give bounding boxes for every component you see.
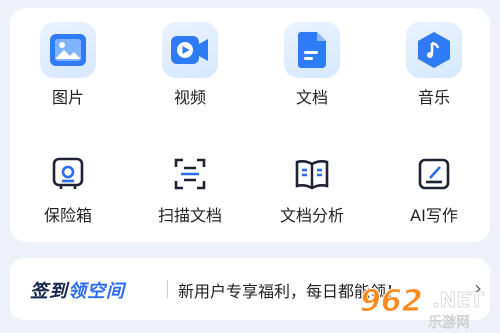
music-icon	[418, 32, 450, 68]
feature-label: 视频	[173, 88, 206, 107]
edit-icon	[418, 158, 450, 190]
feature-label: 图片	[51, 88, 84, 107]
safe-icon	[52, 157, 84, 189]
document-tile	[284, 22, 340, 78]
watermark-net: .NET	[432, 288, 484, 313]
feature-doc-analysis[interactable]: 文档分析	[257, 154, 367, 226]
banner-divider	[167, 280, 168, 298]
feature-images[interactable]: 图片	[13, 22, 123, 108]
feature-ai-writing[interactable]: AI写作	[379, 154, 489, 226]
watermark-logo: 962	[360, 284, 424, 320]
feature-label: 音乐	[417, 88, 450, 107]
feature-label: 扫描文档	[157, 206, 222, 225]
book-icon	[295, 160, 329, 190]
feature-label: 保险箱	[43, 206, 92, 225]
feature-videos[interactable]: 视频	[135, 22, 245, 108]
banner-title-part2: 领空间	[68, 281, 125, 302]
watermark-sub: 乐游网	[428, 315, 470, 331]
image-tile	[40, 22, 96, 78]
feature-safe[interactable]: 保险箱	[13, 154, 123, 226]
scan-icon	[174, 158, 206, 190]
feature-label: AI写作	[410, 206, 458, 225]
feature-documents[interactable]: 文档	[257, 22, 367, 108]
document-icon	[298, 32, 326, 68]
feature-scan[interactable]: 扫描文档	[135, 154, 245, 226]
music-tile	[406, 22, 462, 78]
banner-title: 签到领空间	[30, 277, 125, 303]
video-icon	[171, 36, 208, 64]
feature-music[interactable]: 音乐	[379, 22, 489, 108]
feature-label: 文档	[295, 88, 328, 107]
watermark: 962 .NET 乐游网	[360, 282, 498, 332]
feature-label: 文档分析	[279, 206, 344, 225]
feature-card: 图片 视频 文档 音乐 保险箱 扫描文档 文档分析 AI写作	[10, 8, 490, 242]
banner-title-part1: 签到	[30, 281, 68, 302]
video-tile	[162, 22, 218, 78]
image-icon	[50, 34, 86, 66]
